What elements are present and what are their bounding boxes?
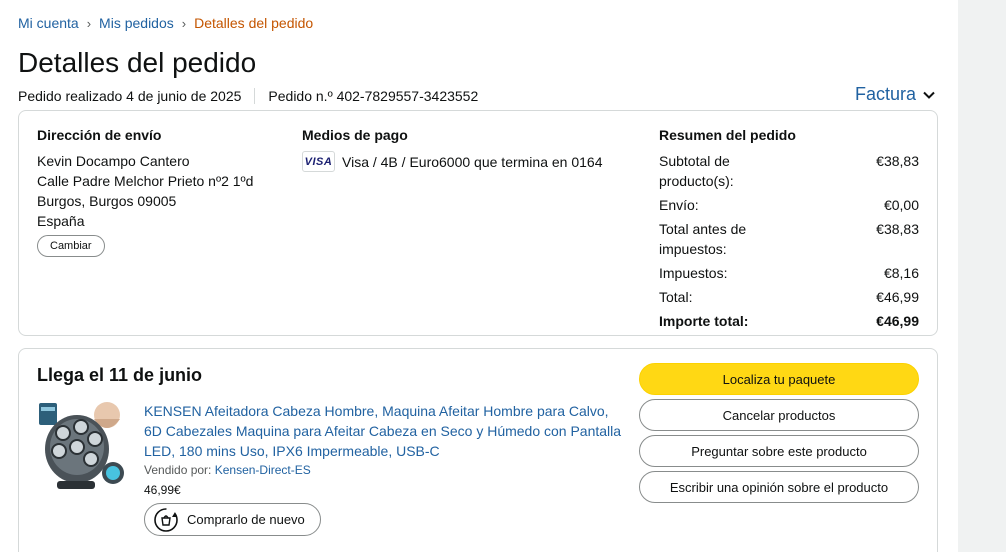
order-meta: Pedido realizado 4 de junio de 2025 Pedi… [18,88,478,104]
ask-product-question-button[interactable]: Preguntar sobre este producto [639,435,919,467]
chevron-down-icon [923,91,935,99]
sold-by-label: Vendido por: [144,463,212,477]
summary-value: €8,16 [883,265,919,281]
arrival-date: Llega el 11 de junio [37,365,203,385]
product-price: 46,99€ [144,483,181,497]
summary-row-subtotal: Subtotal de producto(s): €38,83 [659,151,919,191]
summary-row-total: Total: €46,99 [659,287,919,307]
summary-label: Impuestos: [659,265,728,281]
breadcrumb-separator: › [86,15,92,31]
page-side-gutter [958,0,1006,552]
summary-value: €46,99 [876,289,919,305]
product-title-link[interactable]: KENSEN Afeitadora Cabeza Hombre, Maquina… [144,401,624,461]
buy-again-label: Comprarlo de nuevo [187,512,305,527]
grand-total-label: Importe total: [659,313,749,329]
summary-row-grand-total: Importe total: €46,99 [659,311,919,331]
order-number: Pedido n.º 402-7829557-3423552 [268,88,479,104]
shipping-country: España [37,213,85,229]
breadcrumb-separator: › [181,15,187,31]
shipment-card: Llega el 11 de junio KENSEN Afeitadora C… [18,348,938,552]
payment-description: Visa / 4B / Euro6000 que termina en 0164 [342,153,603,170]
shipment-actions: Localiza tu paquete Cancelar productos P… [639,363,919,507]
invoice-label: Factura [854,84,916,104]
shipping-address: Kevin Docampo Cantero Calle Padre Melcho… [37,151,253,231]
order-date: Pedido realizado 4 de junio de 2025 [18,88,242,104]
payment-method: VISA Visa / 4B / Euro6000 que termina en… [302,151,602,172]
summary-row-pretax: Total antes de impuestos: €38,83 [659,219,919,259]
summary-label: Total antes de impuestos: [659,221,747,257]
buy-again-button[interactable]: Comprarlo de nuevo [144,503,321,536]
breadcrumb-my-account[interactable]: Mi cuenta [18,15,79,31]
summary-value: €38,83 [876,153,919,169]
visa-card-icon: VISA [302,151,335,172]
breadcrumb-current: Detalles del pedido [194,15,314,31]
page-title: Detalles del pedido [18,47,257,78]
track-package-button[interactable]: Localiza tu paquete [639,363,919,395]
invoice-dropdown[interactable]: Factura [855,84,936,105]
summary-value: €0,00 [883,197,919,213]
seller-link[interactable]: Kensen-Direct-ES [215,463,311,477]
summary-label: Total: [659,289,693,305]
change-address-button[interactable]: Cambiar [37,235,105,257]
buy-again-icon [154,507,178,532]
cancel-items-button[interactable]: Cancelar productos [639,399,919,431]
summary-row-tax: Impuestos: €8,16 [659,263,919,283]
meta-divider [254,88,256,104]
summary-row-shipping: Envío: €0,00 [659,195,919,215]
shipping-address-title: Dirección de envío [37,127,162,143]
breadcrumb-my-orders[interactable]: Mis pedidos [99,15,174,31]
shipping-name: Kevin Docampo Cantero [37,153,190,169]
order-summary: Subtotal de producto(s): €38,83 Envío: €… [659,151,919,335]
payment-method-title: Medios de pago [302,127,408,143]
order-info-card: Dirección de envío Kevin Docampo Cantero… [18,110,938,336]
grand-total-value: €46,99 [876,313,919,329]
write-review-button[interactable]: Escribir una opinión sobre el producto [639,471,919,503]
summary-label: Subtotal de producto(s): [659,153,734,189]
shipping-city: Burgos, Burgos 09005 [37,193,177,209]
summary-label: Envío: [659,197,699,213]
breadcrumb: Mi cuenta › Mis pedidos › Detalles del p… [18,15,313,31]
sold-by: Vendido por: Kensen-Direct-ES [144,463,311,477]
summary-value: €38,83 [876,221,919,237]
shipping-street: Calle Padre Melchor Prieto nº2 1ºd [37,173,254,189]
product-image[interactable] [37,397,127,493]
order-summary-title: Resumen del pedido [659,127,796,143]
